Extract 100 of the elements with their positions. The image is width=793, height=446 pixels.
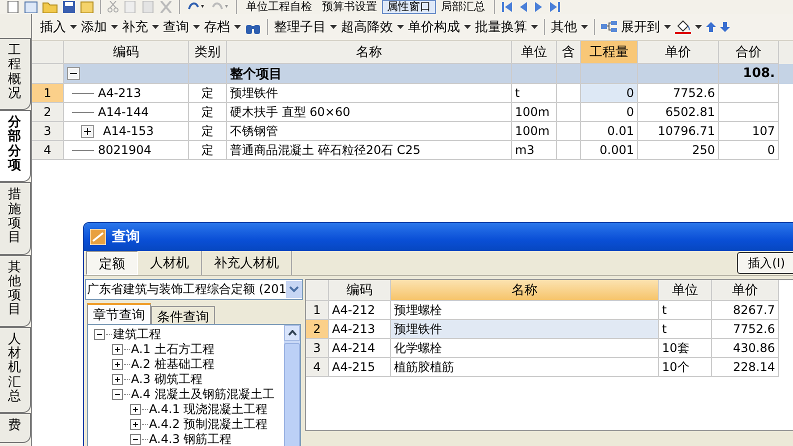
table-cell: 7752.6 [712,320,779,339]
tree-icon[interactable] [601,21,617,33]
tree-item[interactable]: A.2 桩基础工程 [131,356,214,373]
row-header[interactable]: 4 [306,358,329,377]
side-tab[interactable]: 分部分项 [0,110,31,182]
column-header[interactable]: 单价 [712,280,779,301]
row-header[interactable]: 1 [306,301,329,320]
table-cell: 普通商品混凝土 碎石粒径20石 C25 [227,141,512,160]
table-cell: 定 [189,103,227,122]
caret-icon[interactable] [330,25,337,29]
side-tab[interactable]: 其他项目 [0,254,31,327]
menu-button[interactable]: 插入 [38,18,68,36]
table-cell: 化学螺栓 [391,339,659,358]
menu-button[interactable]: 添加 [79,18,109,36]
table-cell: 0 [719,141,779,160]
table-cell: 100m [512,122,557,141]
caret-icon[interactable] [152,25,159,29]
column-header[interactable]: 编码 [329,280,391,301]
side-tab[interactable]: 人材机汇总 [0,326,31,414]
table-cell: 0 [581,103,638,122]
table-cell [557,103,581,122]
toggle-icon[interactable] [112,374,123,385]
side-tab[interactable]: 工程概况 [0,38,31,110]
menu-button[interactable]: 单价构成 [406,18,462,36]
toggle-icon[interactable] [130,434,141,445]
menu-button[interactable]: 存档 [202,18,232,36]
column-header[interactable]: 单位 [659,280,712,301]
tab[interactable]: 定额 [86,251,138,275]
toolbar-button[interactable]: 属性窗口 [382,0,436,14]
table-cell: 0.01 [581,122,638,141]
toggle-icon[interactable] [112,359,123,370]
column-header[interactable]: 工程量 [581,41,638,64]
menu-button[interactable]: 整理子目 [272,18,328,36]
tab[interactable]: 章节查询 [87,303,151,324]
chevron-down-icon[interactable] [286,281,302,298]
menu-button[interactable]: 其他 [549,18,579,36]
caret-icon[interactable] [664,25,671,29]
toggle-icon[interactable] [130,419,141,430]
caret-icon[interactable] [70,25,77,29]
table-cell: A4-213 [98,86,142,100]
menu-button[interactable]: 展开到 [619,18,662,36]
tree-item[interactable]: A.1 土石方工程 [131,341,214,358]
toggle-icon[interactable] [112,389,123,400]
first-page-icon[interactable] [501,1,513,13]
caret-icon[interactable] [234,25,241,29]
tree-item[interactable]: 建筑工程 [113,326,161,343]
toolbar-button[interactable]: 局部汇总 [436,0,490,14]
table-cell: 8267.7 [712,301,779,320]
library-dropdown[interactable]: 广东省建筑与装饰工程综合定额 (201 [85,279,303,300]
plus-box-icon[interactable] [81,124,94,138]
up-arrow-icon[interactable] [706,22,716,32]
row-header[interactable]: 3 [32,122,64,141]
row-header[interactable]: 2 [306,320,329,339]
caret-icon[interactable] [111,25,118,29]
tree-item[interactable]: A.3 砌筑工程 [131,371,202,388]
row-header[interactable]: 1 [32,84,64,103]
toolbar-button[interactable]: 预算书设置 [317,0,382,14]
menu-button[interactable]: 超高降效 [339,18,395,36]
scroll-up-icon[interactable] [284,325,300,341]
side-tab[interactable]: 措施项目 [0,182,31,255]
caret-icon[interactable] [695,25,702,29]
menu-button[interactable]: 批量换算 [473,18,529,36]
row-header[interactable]: 2 [32,103,64,122]
table-cell: t [659,301,712,320]
tree-item[interactable]: A.4.3 钢筋工程 [149,431,232,446]
tab[interactable]: 条件查询 [151,306,215,324]
side-tab[interactable]: 费 [0,413,31,443]
table-cell: 定 [189,141,227,160]
toggle-icon[interactable] [67,67,80,80]
tree-item[interactable]: A.4.1 现浇混凝土工程 [149,401,268,418]
table-cell: 不锈钢管 [227,122,512,141]
paint-bucket-icon[interactable] [675,20,691,34]
tree-item[interactable]: A.4 混凝土及钢筋混凝土工 [131,386,274,403]
toggle-icon[interactable] [130,404,141,415]
toggle-icon[interactable] [94,329,105,340]
app-icon [90,229,106,245]
save-icon[interactable] [62,1,76,13]
down-arrow-icon[interactable] [720,22,730,32]
toggle-icon[interactable] [112,344,123,355]
insert-button[interactable]: 插入(I) [737,252,793,274]
table-cell [719,84,779,103]
menu-button[interactable]: 补充 [120,18,150,36]
caret-icon[interactable] [464,25,471,29]
last-page-icon[interactable] [549,1,561,13]
row-header[interactable]: 4 [32,141,64,160]
caret-icon[interactable] [193,25,200,29]
table-cell: 10796.71 [638,122,719,141]
caret-icon[interactable] [397,25,404,29]
table-cell: 6502.81 [638,103,719,122]
row-header[interactable]: 3 [306,339,329,358]
table-cell: 0 [581,84,638,103]
menu-button[interactable]: 查询 [161,18,191,36]
table-cell: 7752.6 [638,84,719,103]
table-cell: 预埋铁件 [227,84,512,103]
caret-icon[interactable] [531,25,538,29]
table-cell [557,141,581,160]
toolbar-button[interactable]: 单位工程自检 [241,0,317,14]
tree-item[interactable]: A.4.2 预制混凝土工程 [149,416,268,433]
column-header[interactable]: 名称 [391,280,659,301]
caret-icon[interactable] [581,25,588,29]
